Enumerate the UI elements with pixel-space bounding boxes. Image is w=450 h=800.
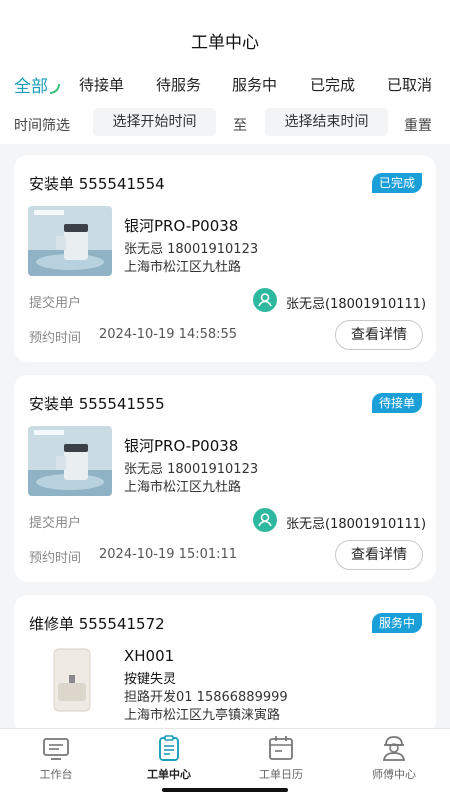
nav-label: 师傅中心 [372, 768, 416, 781]
clipboard-icon [154, 733, 184, 763]
contact-info: 张无忌 18001910123 [124, 462, 259, 477]
user-avatar-icon [253, 288, 277, 312]
home-indicator [162, 788, 288, 792]
fault-description: 按键失灵 [124, 672, 177, 687]
order-card[interactable]: 安装单 555541555 待接单 银河PRO-P0038 张无忌 180019… [14, 375, 436, 582]
reset-button[interactable]: 重置 [404, 115, 432, 135]
product-name: 银河PRO-P0038 [124, 437, 239, 455]
order-card[interactable]: 安装单 555541554 已完成 银河PRO-P0038 张无忌 180019… [14, 155, 436, 362]
appointment-label: 预约时间 [29, 331, 82, 346]
nav-label: 工单中心 [147, 768, 191, 781]
status-badge: 服务中 [371, 613, 422, 633]
submitter-name: 张无忌(18001910111) [286, 517, 427, 532]
tab-completed[interactable]: 已完成 [310, 74, 355, 95]
start-time-picker[interactable]: 选择开始时间 [93, 108, 216, 136]
contact-info: 担路开发01 15866889999 [124, 690, 288, 705]
time-filter: 时间筛选 选择开始时间 至 选择结束时间 重置 [0, 106, 450, 144]
address: 上海市松江区九杜路 [124, 260, 242, 275]
submitter-label: 提交用户 [29, 296, 82, 311]
calendar-icon [266, 733, 296, 763]
appointment-label: 预约时间 [29, 551, 82, 566]
address: 上海市松江区九亭镇涞寅路 [124, 708, 281, 723]
order-title: 维修单 555541572 [29, 615, 165, 633]
view-details-button[interactable]: 查看详情 [335, 320, 423, 350]
nav-technician-center[interactable]: 师傅中心 [354, 733, 434, 782]
tab-all[interactable]: 全部 [14, 72, 48, 97]
nav-work-orders[interactable]: 工单中心 [129, 733, 209, 782]
appointment-time: 2024-10-19 14:58:55 [99, 327, 238, 342]
user-avatar-icon [253, 508, 277, 532]
tab-in-service[interactable]: 服务中 [232, 74, 277, 95]
nav-work-calendar[interactable]: 工单日历 [241, 733, 321, 782]
nav-label: 工作台 [39, 768, 73, 781]
order-title: 安装单 555541555 [29, 395, 165, 413]
view-details-button[interactable]: 查看详情 [335, 540, 423, 570]
nav-workbench[interactable]: 工作台 [16, 733, 96, 782]
time-range-separator: 至 [233, 118, 247, 134]
submitter-name: 张无忌(18001910111) [286, 297, 427, 312]
appointment-time: 2024-10-19 15:01:11 [99, 547, 238, 562]
product-name: XH001 [124, 647, 175, 665]
tab-pending-accept[interactable]: 待接单 [79, 74, 124, 95]
order-card[interactable]: 维修单 555541572 服务中 XH001 按键失灵 担路开发01 1586… [14, 595, 436, 735]
submitter-label: 提交用户 [29, 516, 82, 531]
tab-cancelled[interactable]: 已取消 [387, 74, 432, 95]
time-filter-label: 时间筛选 [14, 118, 70, 134]
status-badge: 待接单 [371, 393, 422, 413]
page-title: 工单中心 [191, 33, 259, 53]
product-image [28, 426, 112, 496]
contact-info: 张无忌 18001910123 [124, 242, 259, 257]
workbench-icon [41, 733, 71, 763]
product-image [28, 645, 112, 715]
order-title: 安装单 555541554 [29, 175, 165, 193]
product-name: 银河PRO-P0038 [124, 217, 239, 235]
nav-label: 工单日历 [259, 768, 303, 781]
address: 上海市松江区九杜路 [124, 480, 242, 495]
status-badge: 已完成 [371, 173, 422, 193]
header: 工单中心 [0, 0, 450, 64]
product-image [28, 206, 112, 276]
technician-icon [379, 733, 409, 763]
end-time-picker[interactable]: 选择结束时间 [265, 108, 388, 136]
tab-pending-service[interactable]: 待服务 [156, 74, 201, 95]
status-tabs: 全部 待接单 待服务 服务中 已完成 已取消 [0, 64, 450, 106]
